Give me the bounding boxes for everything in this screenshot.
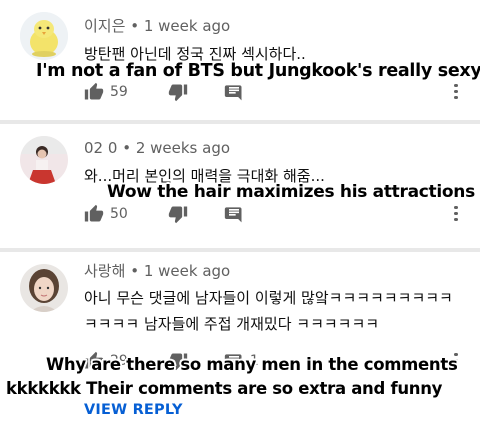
comment-author[interactable]: 이지은 [84,17,125,35]
translation-caption-line-2: kkkkkkk Their comments are so extra and … [6,379,443,398]
meta-separator: • [130,262,140,280]
reply-comment-icon[interactable] [224,82,244,102]
comment-author[interactable]: 사랑해 [84,262,125,280]
chick-avatar-icon[interactable] [20,12,68,60]
translation-caption-line-1: Why are there so many men in the comment… [46,355,458,374]
comment-3: 사랑해 • 1 week ago 아니 무슨 댓글에 남자들이 이렇게 많앜ㅋㅋ… [0,252,480,444]
dislike-icon[interactable] [168,204,188,224]
comment-time: 1 week ago [143,262,231,280]
comment-time: 2 weeks ago [135,139,231,157]
meta-separator: • [122,139,132,157]
comment-text-line-1: 아니 무슨 댓글에 남자들이 이렇게 많앜ㅋㅋㅋㅋㅋㅋㅋㅋㅋ [84,289,453,307]
comment-2: 02 0 • 2 weeks ago 와...머리 본인의 매력을 극대화 해줌… [0,124,480,252]
more-options-icon[interactable] [452,204,460,224]
comment-1: 이지은 • 1 week ago 방탄팬 아닌데 정국 진짜 섹시하다.. I'… [0,0,480,118]
translation-caption: Wow the hair maximizes his attractions [107,182,475,202]
like-count: 59 [110,84,128,100]
reply-comment-icon[interactable] [224,204,244,224]
view-reply-button[interactable]: VIEW REPLY [84,402,183,418]
dislike-icon[interactable] [168,82,188,102]
comment-time: 1 week ago [143,17,231,35]
person-avatar-icon[interactable] [20,136,68,184]
meta-separator: • [130,17,140,35]
like-count: 50 [110,206,128,222]
more-options-icon[interactable] [452,82,460,102]
like-icon[interactable] [84,82,104,102]
girl-avatar-icon[interactable] [20,264,68,312]
comment-text-line-2: ㅋㅋㅋㅋ 남자들에 주접 개재밌다 ㅋㅋㅋㅋㅋㅋ [84,315,380,333]
translation-caption: I'm not a fan of BTS but Jungkook's real… [36,61,480,81]
comment-author[interactable]: 02 0 [84,139,117,157]
like-icon[interactable] [84,204,104,224]
